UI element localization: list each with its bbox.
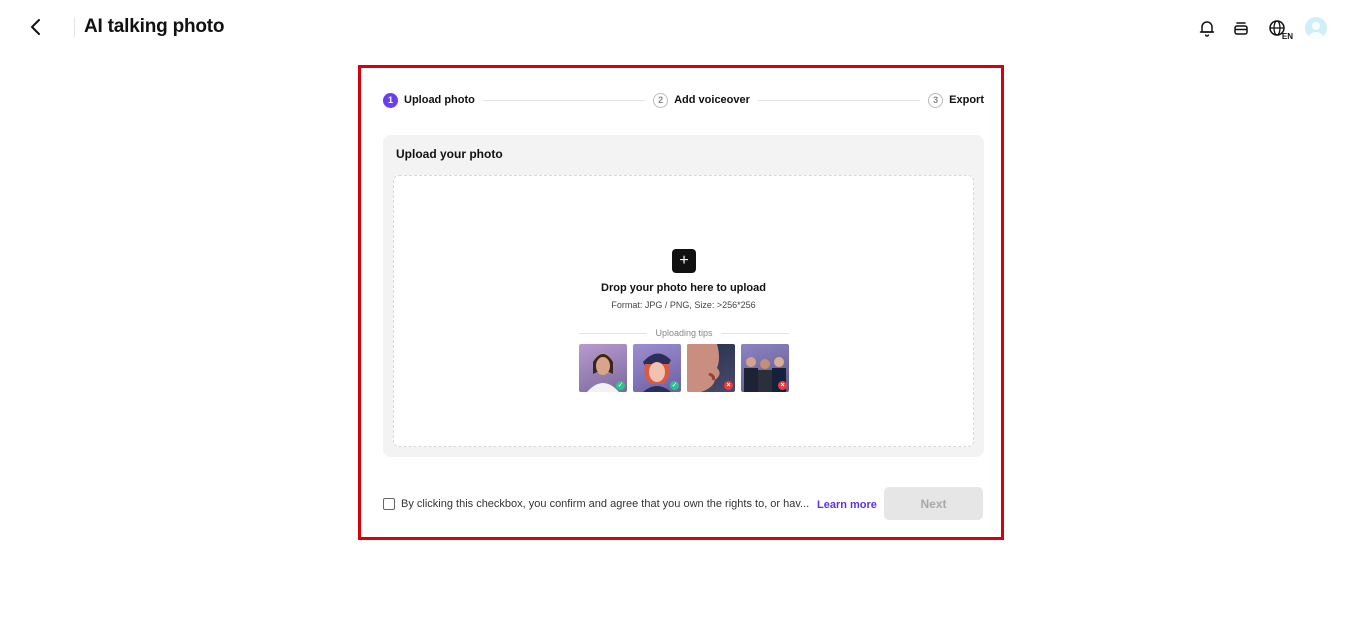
check-icon: ✓	[616, 381, 625, 390]
header-actions: EN	[1197, 16, 1327, 41]
language-button[interactable]: EN	[1265, 18, 1293, 41]
upload-card: Upload your photo + Drop your photo here…	[383, 135, 984, 457]
step-label: Add voiceover	[674, 94, 750, 106]
top-bar: AI talking photo EN	[0, 0, 1365, 54]
upload-card-title: Upload your photo	[396, 147, 503, 161]
step-number: 3	[928, 92, 944, 108]
step-add-voiceover: 2 Add voiceover	[653, 92, 750, 108]
notifications-button[interactable]	[1197, 18, 1217, 38]
plus-icon: +	[679, 252, 689, 269]
back-button[interactable]	[26, 16, 46, 38]
rights-consent: By clicking this checkbox, you confirm a…	[383, 498, 811, 510]
uploading-tips-header: Uploading tips	[579, 327, 790, 339]
step-export: 3 Export	[928, 92, 984, 108]
header-divider	[74, 17, 75, 37]
drop-instructions: Drop your photo here to upload	[601, 282, 766, 294]
format-requirements: Format: JPG / PNG, Size: >256*256	[611, 300, 756, 310]
tip-face-side-profile: ×	[687, 344, 735, 392]
step-connector	[482, 99, 646, 101]
add-photo-button[interactable]: +	[672, 249, 696, 273]
tip-examples: ✓ ✓ × ×	[579, 344, 789, 392]
upload-panel: 1 Upload photo 2 Add voiceover 3 Export …	[358, 65, 1004, 540]
avatar[interactable]	[1305, 17, 1327, 39]
check-icon: ✓	[670, 381, 679, 390]
step-number: 2	[653, 92, 669, 108]
divider	[720, 332, 790, 334]
chevron-left-icon	[31, 19, 40, 35]
wallet-icon	[1234, 22, 1248, 35]
tip-single-face-front: ✓	[579, 344, 627, 392]
learn-more-link[interactable]: Learn more	[817, 499, 877, 511]
divider	[579, 332, 648, 334]
step-label: Export	[949, 94, 984, 106]
user-icon	[1308, 22, 1324, 39]
tip-multiple-people: ×	[741, 344, 789, 392]
step-label: Upload photo	[404, 94, 475, 106]
photo-dropzone[interactable]: + Drop your photo here to upload Format:…	[393, 175, 974, 447]
step-connector	[757, 99, 921, 101]
consent-text: By clicking this checkbox, you confirm a…	[401, 498, 810, 510]
language-code: EN	[1281, 32, 1293, 41]
stepper: 1 Upload photo 2 Add voiceover 3 Export	[383, 91, 984, 109]
close-icon: ×	[724, 381, 733, 390]
step-number: 1	[383, 92, 398, 108]
credits-button[interactable]	[1231, 18, 1251, 38]
step-upload-photo: 1 Upload photo	[383, 92, 475, 108]
uploading-tips-label: Uploading tips	[655, 328, 713, 338]
next-button[interactable]: Next	[884, 487, 983, 520]
bell-icon	[1199, 21, 1215, 37]
consent-checkbox[interactable]	[383, 498, 395, 510]
tip-illustrated-face: ✓	[633, 344, 681, 392]
close-icon: ×	[778, 381, 787, 390]
page-title: AI talking photo	[84, 16, 225, 37]
